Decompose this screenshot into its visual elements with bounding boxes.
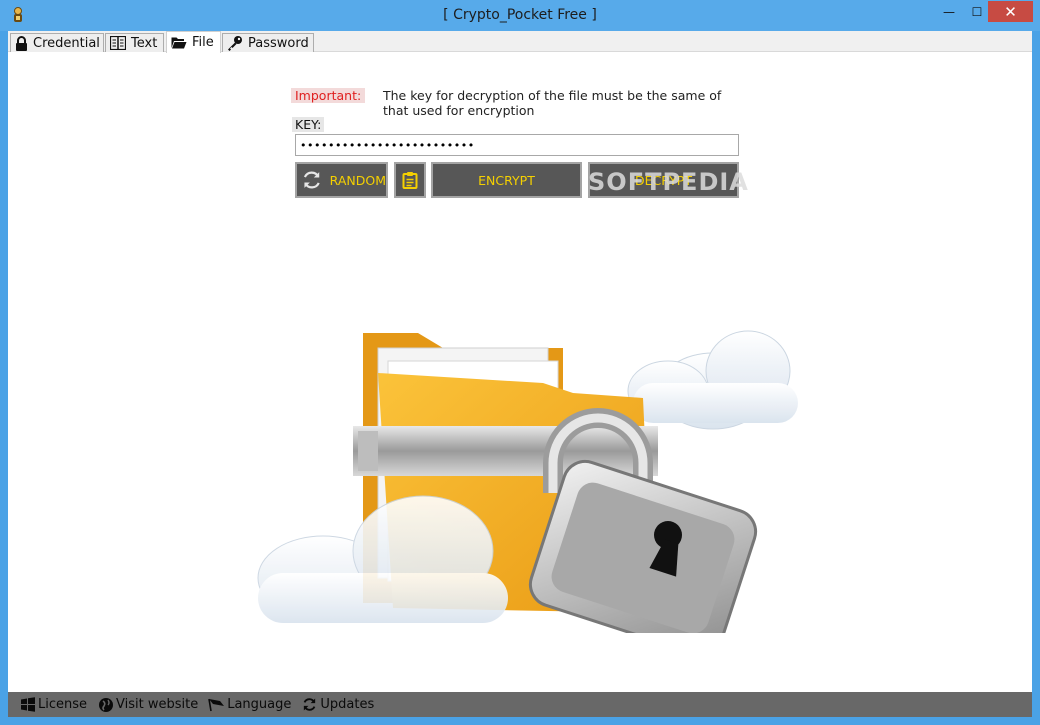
tab-password[interactable]: Password xyxy=(222,33,314,52)
app-window: [ Crypto_Pocket Free ] — ☐ ✕ Credential xyxy=(0,0,1040,725)
minimize-button[interactable]: — xyxy=(935,1,963,22)
title-bar[interactable]: [ Crypto_Pocket Free ] — ☐ ✕ xyxy=(0,0,1040,31)
flag-icon xyxy=(208,696,225,713)
close-button[interactable]: ✕ xyxy=(988,1,1033,22)
tab-text[interactable]: Text xyxy=(105,33,164,52)
updates-link[interactable]: Updates xyxy=(301,692,374,717)
lock-icon xyxy=(15,35,28,51)
book-icon xyxy=(110,35,126,51)
client-area: Credential Text File Password Important:… xyxy=(8,31,1032,717)
maximize-button[interactable]: ☐ xyxy=(963,1,991,22)
status-label: Language xyxy=(227,697,292,712)
maximize-icon: ☐ xyxy=(971,4,983,19)
tab-label: Password xyxy=(248,35,309,51)
locked-folder-illustration xyxy=(257,330,798,633)
windows-icon xyxy=(19,696,36,713)
key-label: KEY: xyxy=(292,117,325,132)
random-button[interactable]: RANDOM xyxy=(295,162,388,198)
key-input[interactable] xyxy=(295,134,739,156)
folder-open-icon xyxy=(171,35,187,51)
status-label: Visit website xyxy=(116,697,199,712)
important-label: Important: xyxy=(291,88,366,103)
important-note: The key for decryption of the file must … xyxy=(383,88,722,118)
status-bar: License Visit website Language Updates xyxy=(8,692,1032,717)
key-icon xyxy=(227,35,243,51)
watermark: SOFTPEDIA xyxy=(588,168,749,196)
tab-label: File xyxy=(192,35,214,50)
window-title: [ Crypto_Pocket Free ] xyxy=(443,7,597,23)
globe-icon xyxy=(97,696,114,713)
tab-label: Text xyxy=(131,35,158,51)
close-icon: ✕ xyxy=(1004,2,1017,21)
refresh-icon xyxy=(303,171,320,189)
visit-website-link[interactable]: Visit website xyxy=(97,692,198,717)
encrypt-button[interactable]: ENCRYPT xyxy=(431,162,582,198)
clipboard-icon xyxy=(402,172,418,189)
license-link[interactable]: License xyxy=(19,692,87,717)
random-label: RANDOM xyxy=(329,172,386,188)
status-label: License xyxy=(38,697,88,712)
refresh-icon xyxy=(301,696,318,713)
tab-file[interactable]: File xyxy=(166,31,221,53)
tab-credential[interactable]: Credential xyxy=(10,33,104,52)
paste-key-button[interactable] xyxy=(394,162,426,198)
status-label: Updates xyxy=(320,697,375,712)
minimize-icon: — xyxy=(943,4,955,19)
tab-label: Credential xyxy=(33,35,100,51)
file-panel: Important: The key for decryption of the… xyxy=(8,53,1032,693)
language-link[interactable]: Language xyxy=(208,692,291,717)
encrypt-label: ENCRYPT xyxy=(478,172,535,188)
tab-strip: Credential Text File Password xyxy=(8,31,1032,53)
